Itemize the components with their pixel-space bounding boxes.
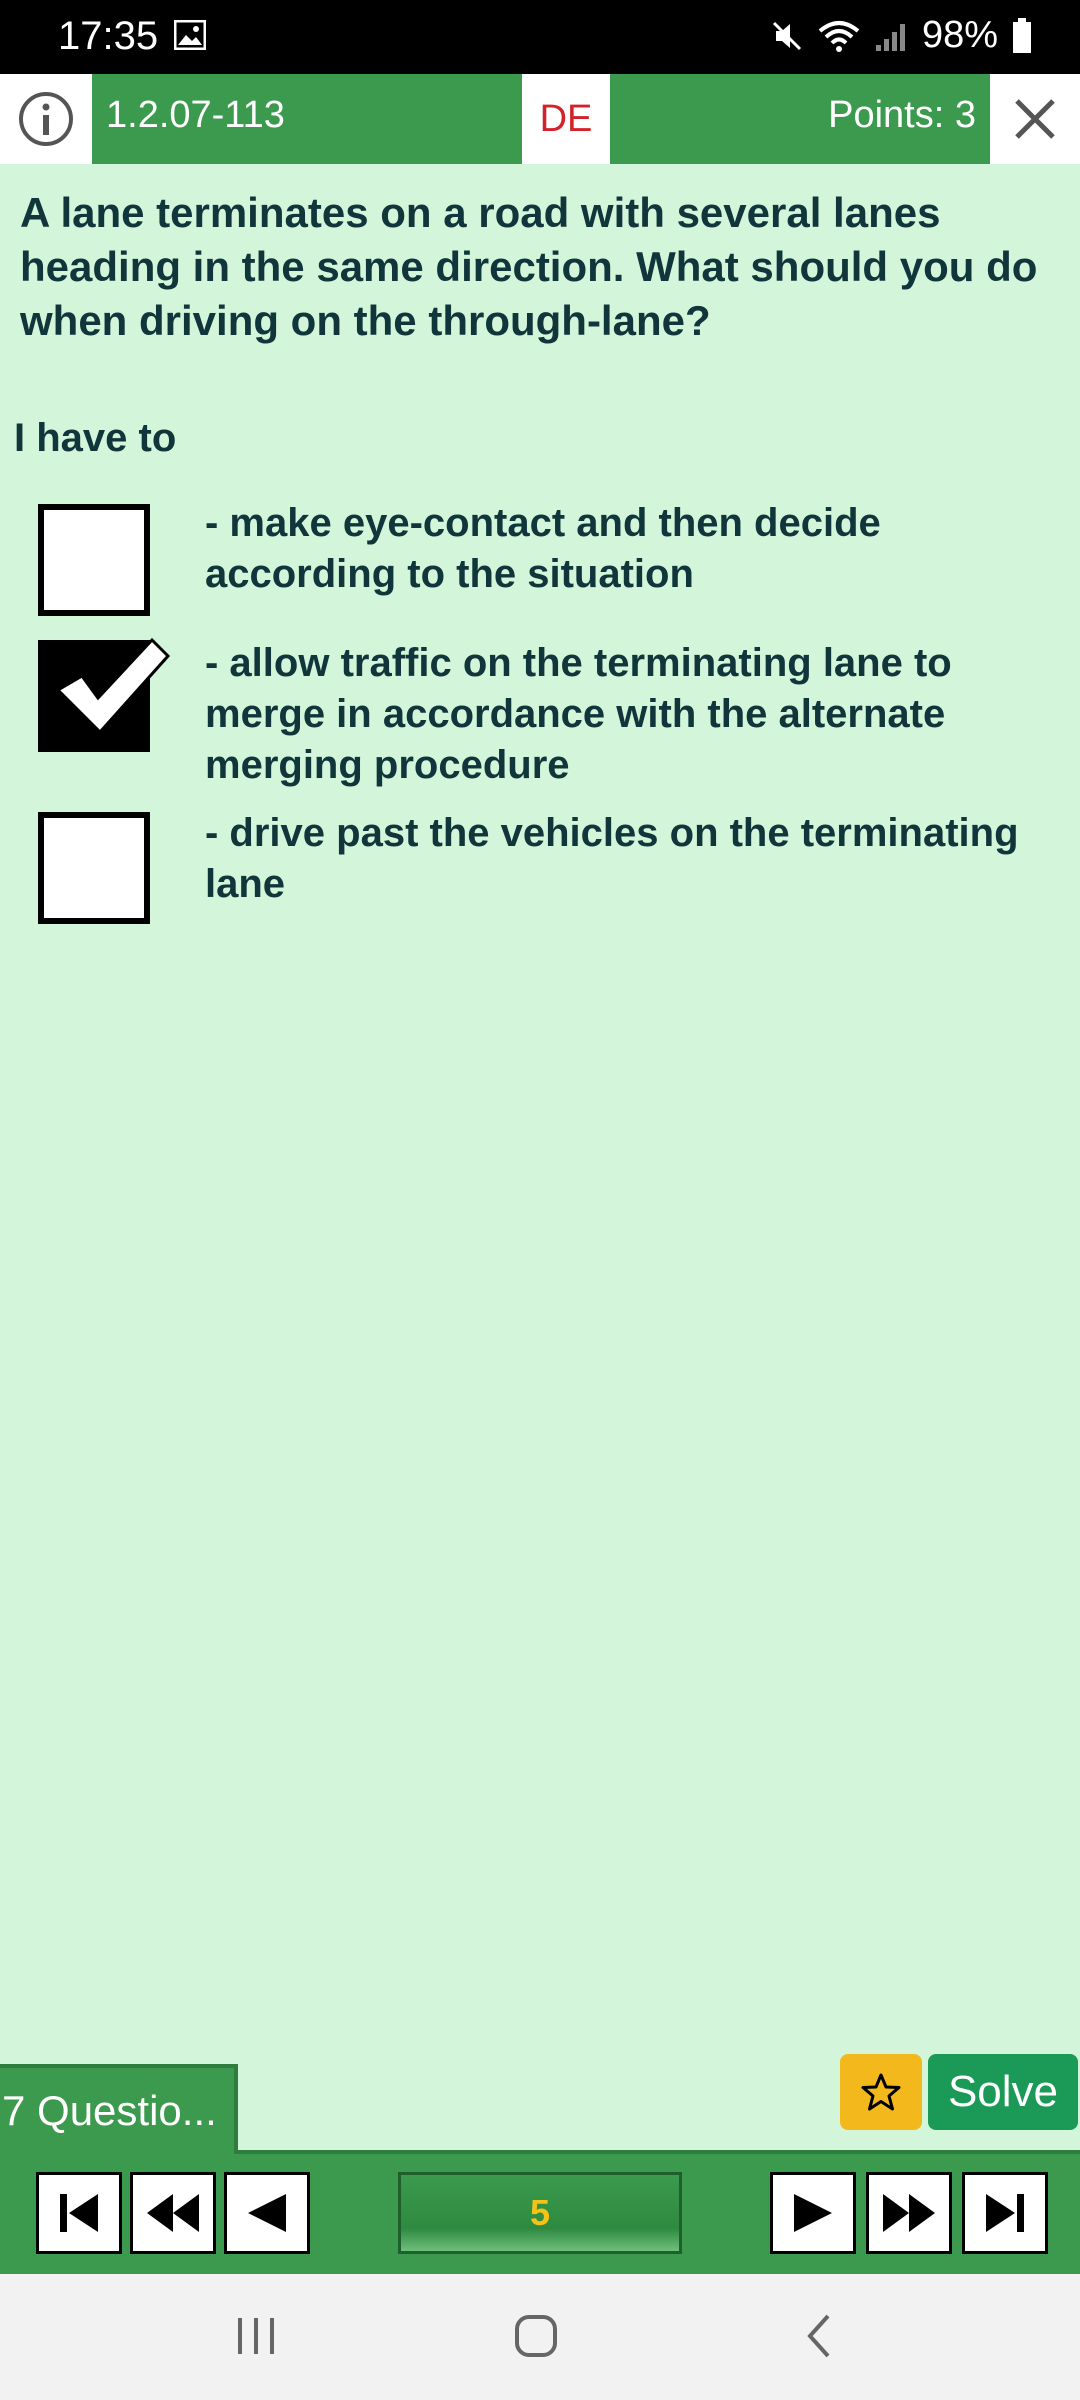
current-question-number[interactable]: 5 [398, 2172, 682, 2254]
system-navigation-bar [0, 2274, 1080, 2400]
forward-multiple-button[interactable] [866, 2172, 952, 2254]
battery-percent: 98% [921, 14, 998, 56]
answer-text: - drive past the vehicles on the termina… [205, 811, 1019, 906]
answer-option[interactable]: - allow traffic on the terminating lane … [0, 637, 1080, 790]
status-time: 17:35 [58, 14, 159, 58]
answer-text: - allow traffic on the terminating lane … [205, 641, 952, 787]
check-icon [55, 637, 171, 735]
first-page-icon [60, 2194, 98, 2232]
wifi-icon [818, 20, 860, 52]
signal-icon [875, 23, 905, 51]
close-icon [1015, 99, 1055, 139]
star-icon [861, 2073, 901, 2111]
last-page-icon [986, 2194, 1024, 2232]
first-question-button[interactable] [36, 2172, 122, 2254]
last-question-button[interactable] [962, 2172, 1048, 2254]
status-icons: 98% [770, 14, 1032, 57]
previous-question-button[interactable] [224, 2172, 310, 2254]
battery-icon [1013, 17, 1031, 53]
recent-apps-icon[interactable] [232, 2312, 280, 2360]
answer-prompt: I have to [14, 416, 177, 460]
answer-option[interactable]: - drive past the vehicles on the termina… [0, 810, 1080, 930]
answer-option[interactable]: - make eye-contact and then decide accor… [0, 500, 1080, 620]
info-button[interactable] [0, 74, 92, 164]
solve-button[interactable]: Solve [928, 2054, 1078, 2130]
question-header: 1.2.07-113 DE Points: 3 [0, 74, 1080, 164]
back-icon[interactable] [796, 2312, 844, 2360]
picture-icon [174, 20, 206, 50]
next-question-button[interactable] [770, 2172, 856, 2254]
fast-forward-icon [883, 2194, 935, 2232]
questions-tab[interactable]: 7 Questio... [0, 2064, 238, 2154]
favorite-button[interactable] [840, 2054, 922, 2130]
question-text: A lane terminates on a road with several… [20, 189, 1038, 344]
mute-icon [772, 21, 801, 50]
info-icon [19, 92, 73, 146]
status-bar: 17:35 98% [0, 0, 1080, 74]
answer-checkbox[interactable] [38, 812, 150, 924]
answer-text: - make eye-contact and then decide accor… [205, 501, 881, 596]
close-button[interactable] [990, 74, 1080, 164]
answer-checkbox-checked[interactable] [38, 637, 171, 752]
question-id: 1.2.07-113 [106, 94, 285, 136]
home-icon[interactable] [512, 2312, 560, 2360]
answer-checkbox[interactable] [38, 504, 150, 616]
previous-icon [248, 2194, 286, 2232]
back-multiple-button[interactable] [130, 2172, 216, 2254]
question-info-bar: 1.2.07-113 DE Points: 3 [92, 74, 990, 164]
points-label: Points: 3 [828, 94, 976, 136]
rewind-icon [147, 2194, 199, 2232]
language-toggle[interactable]: DE [522, 74, 610, 164]
question-navigation: 5 [0, 2154, 1080, 2274]
next-icon [794, 2194, 832, 2232]
